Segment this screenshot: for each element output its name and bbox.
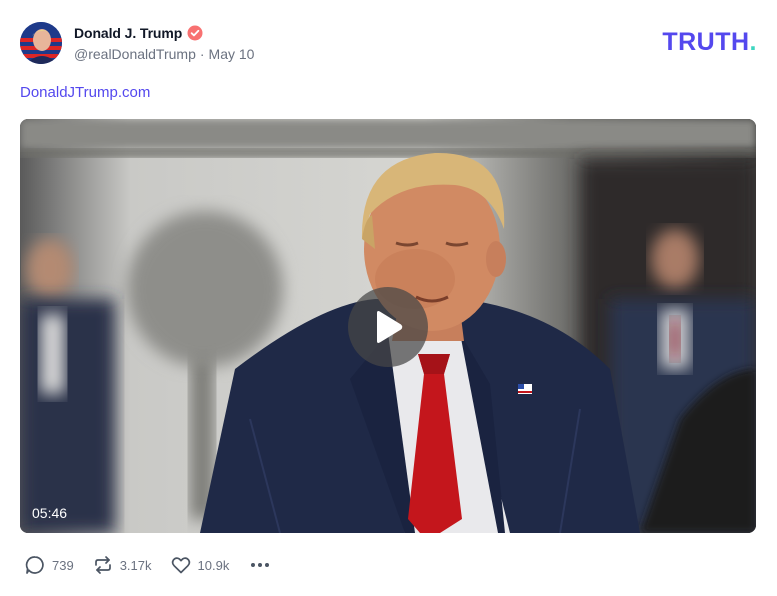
like-button[interactable]: 10.9k [170,554,230,576]
display-name[interactable]: Donald J. Trump [74,25,182,41]
avatar[interactable] [20,22,62,64]
meta-row: @realDonaldTrump · May 10 [74,46,254,62]
like-count: 10.9k [197,557,230,573]
play-icon [377,311,403,343]
truth-post: Donald J. Trump @realDonaldTrump · May 1… [0,0,777,596]
play-button[interactable] [348,287,428,367]
post-header: Donald J. Trump @realDonaldTrump · May 1… [20,21,757,67]
name-row: Donald J. Trump [74,23,254,43]
retruth-icon [94,556,111,574]
post-date[interactable]: May 10 [209,46,255,62]
reply-icon [25,556,44,574]
truth-logo[interactable]: TRUTH. [662,28,757,57]
logo-dot: . [749,28,757,56]
heart-icon [171,557,190,574]
reply-button[interactable]: 739 [24,554,74,576]
post-actions: 739 3.17k 10.9k [24,553,271,577]
video-player[interactable]: 05:46 [20,119,756,533]
meta-separator: · [199,46,205,62]
video-duration: 05:46 [32,505,68,521]
more-options-button[interactable] [249,554,271,576]
logo-text: TRUTH [662,28,750,56]
reply-count: 739 [52,557,74,573]
author-info: Donald J. Trump @realDonaldTrump · May 1… [74,23,254,62]
verified-badge-icon [187,25,203,41]
retruth-count: 3.17k [119,557,152,573]
post-link[interactable]: DonaldJTrump.com [20,84,150,101]
retruth-button[interactable]: 3.17k [92,554,152,576]
handle[interactable]: @realDonaldTrump [74,46,196,62]
more-icon [251,563,270,567]
